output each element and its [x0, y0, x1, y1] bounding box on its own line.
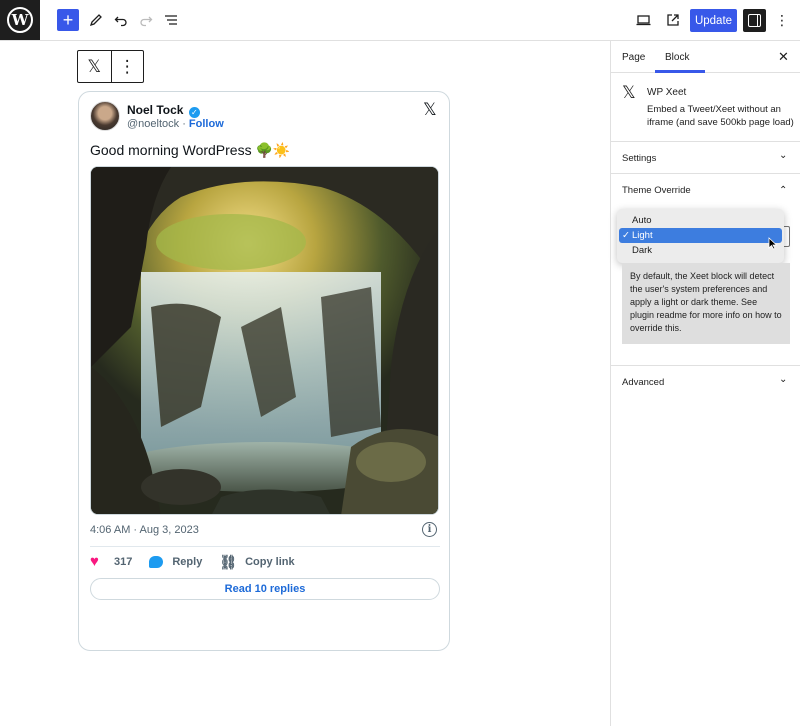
reply-action[interactable]: Reply: [149, 556, 202, 568]
settings-panel-title: Settings: [622, 153, 657, 164]
theme-option-dark[interactable]: Dark: [617, 243, 784, 258]
theme-help-text: By default, the Xeet block will detect t…: [622, 263, 790, 344]
verified-badge-icon: ✓: [188, 107, 200, 118]
block-title: WP Xeet: [647, 87, 687, 98]
x-logo-icon: 𝕏: [622, 83, 636, 102]
advanced-panel-title: Advanced: [622, 377, 665, 388]
link-icon: ⛓: [219, 553, 238, 570]
sidebar-tabs: Page Block ✕: [611, 41, 800, 73]
tab-block[interactable]: Block: [665, 52, 689, 63]
copy-link-action[interactable]: ⛓ Copy link: [219, 554, 294, 571]
block-type-x-icon[interactable]: 𝕏: [78, 51, 111, 82]
follow-link[interactable]: Follow: [189, 118, 224, 130]
redo-icon[interactable]: [134, 8, 158, 32]
tweet-actions: ♥ 317 Reply ⛓ Copy link: [90, 554, 312, 570]
editor-toolbar: W + Update ⋮: [0, 0, 800, 41]
block-card: 𝕏 WP Xeet Embed a Tweet/Xeet without an …: [611, 73, 800, 142]
xeet-embed-card[interactable]: Noel Tock ✓ @noeltock · Follow 𝕏 Good mo…: [78, 91, 450, 651]
like-action[interactable]: ♥ 317: [90, 553, 133, 570]
author-name[interactable]: Noel Tock: [127, 103, 183, 117]
theme-override-panel-toggle[interactable]: Theme Override ⌃: [611, 174, 800, 206]
chevron-down-icon: ⌄: [779, 374, 788, 385]
wordpress-logo-button[interactable]: W: [0, 0, 40, 40]
tweet-timestamp[interactable]: 4:06 AM · Aug 3, 2023: [90, 524, 199, 536]
theme-option-light[interactable]: ✓ Light: [619, 228, 782, 243]
author-handle[interactable]: @noeltock: [127, 118, 179, 130]
add-block-button[interactable]: +: [57, 9, 79, 31]
advanced-panel-toggle[interactable]: Advanced ⌄: [611, 365, 800, 397]
wordpress-icon: W: [7, 7, 33, 33]
theme-dropdown-menu: Auto ✓ Light Dark: [617, 209, 784, 263]
undo-icon[interactable]: [109, 8, 133, 32]
settings-panel-toggle[interactable]: Settings ⌄: [611, 142, 800, 174]
divider: [90, 546, 440, 547]
tweet-image-waterfall[interactable]: [90, 166, 439, 515]
theme-option-auto[interactable]: Auto: [617, 213, 784, 228]
info-icon[interactable]: i: [422, 522, 437, 537]
copy-link-label: Copy link: [245, 556, 295, 568]
update-button[interactable]: Update: [690, 9, 737, 32]
block-description: Embed a Tweet/Xeet without an iframe (an…: [647, 104, 794, 128]
block-options-icon[interactable]: ⋮: [110, 51, 144, 82]
settings-sidebar-toggle-icon[interactable]: [743, 9, 766, 32]
mouse-pointer-icon: [768, 237, 778, 253]
preview-desktop-icon[interactable]: [631, 8, 655, 32]
settings-sidebar: Page Block ✕ 𝕏 WP Xeet Embed a Tweet/Xee…: [610, 41, 800, 726]
handle-separator: ·: [179, 118, 189, 130]
tweet-text: Good morning WordPress 🌳☀️: [90, 142, 291, 158]
reply-bubble-icon: [149, 556, 164, 568]
close-icon[interactable]: ✕: [778, 49, 789, 65]
read-replies-button[interactable]: Read 10 replies: [90, 578, 440, 600]
editor-canvas: 𝕏 ⋮ Noel Tock ✓ @noeltock · Follow 𝕏 Goo…: [0, 41, 610, 726]
reply-label: Reply: [172, 556, 203, 568]
document-overview-icon[interactable]: [159, 8, 183, 32]
avatar[interactable]: [90, 101, 120, 131]
options-more-icon[interactable]: ⋮: [770, 8, 794, 32]
tab-page[interactable]: Page: [622, 52, 645, 63]
chevron-up-icon: ⌃: [779, 185, 788, 196]
checkmark-icon: ✓: [622, 230, 630, 241]
x-logo-icon[interactable]: 𝕏: [423, 100, 437, 120]
like-count: 317: [114, 556, 133, 568]
heart-icon: ♥: [90, 553, 99, 570]
block-toolbar: 𝕏 ⋮: [77, 50, 144, 83]
chevron-down-icon: ⌄: [779, 150, 788, 161]
view-post-external-icon[interactable]: [661, 8, 685, 32]
theme-override-title: Theme Override: [622, 185, 691, 196]
tools-pencil-icon[interactable]: [84, 8, 108, 32]
